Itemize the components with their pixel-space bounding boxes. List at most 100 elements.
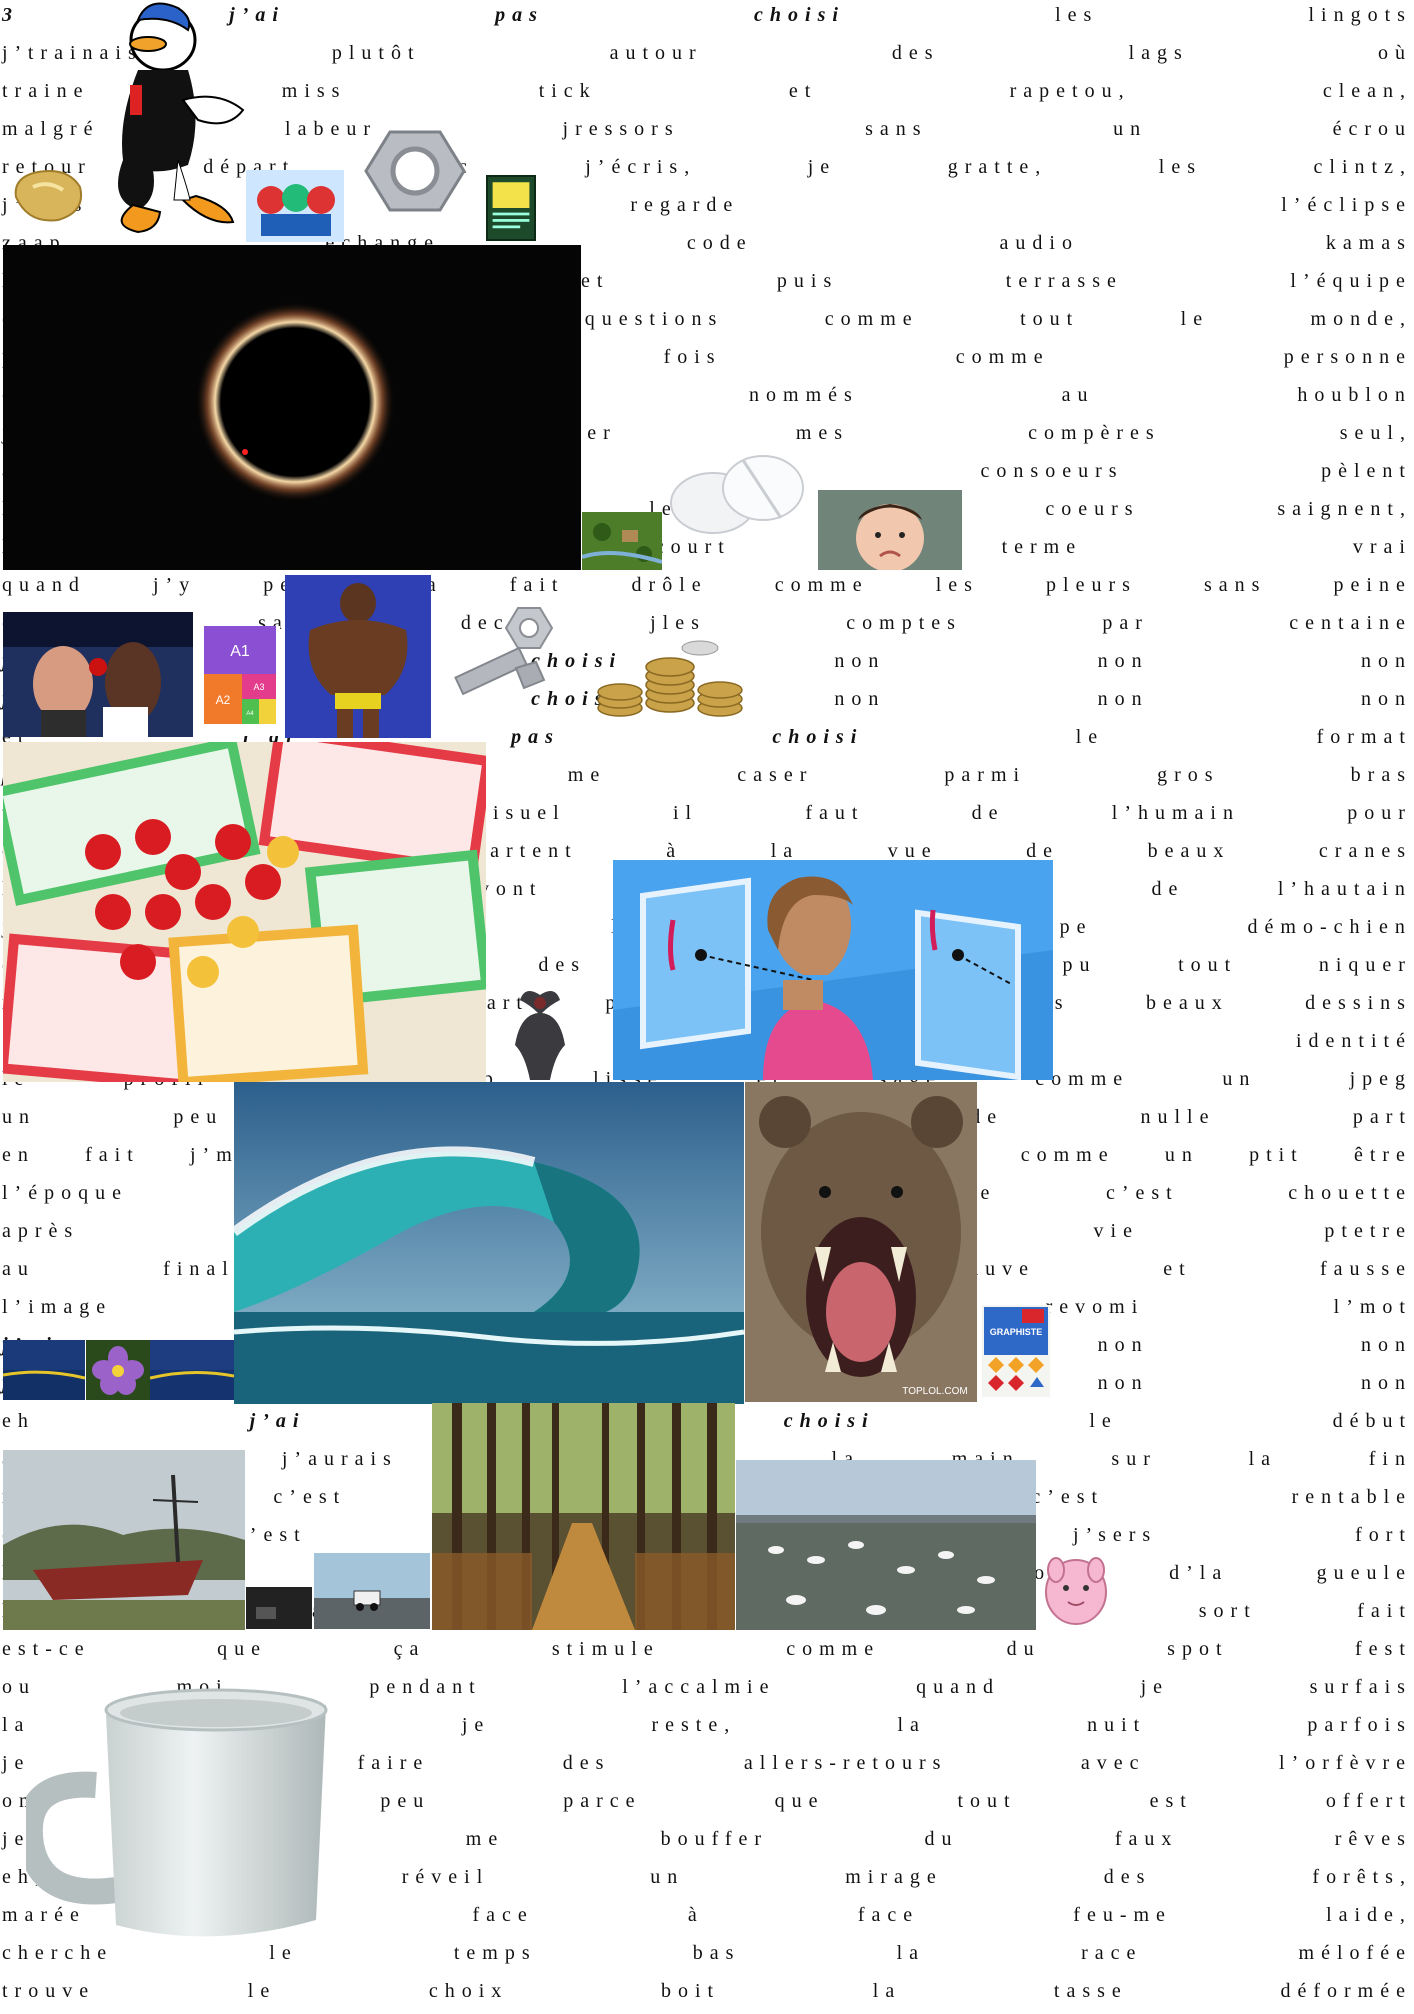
poem-word: jressors: [562, 118, 680, 140]
poem-word: un: [2, 1106, 36, 1128]
poem-word: pèlent: [1321, 460, 1412, 482]
poem-word: l’accalmie: [622, 1676, 776, 1698]
poem-word: quand: [2, 574, 86, 596]
poem-word: au: [2, 1258, 35, 1280]
poem-word: vrai: [1352, 536, 1412, 558]
poem-word: me: [567, 764, 607, 786]
poem-word: ça: [393, 1638, 426, 1660]
poem-word: saignent,: [1277, 498, 1412, 520]
poem-word: me: [465, 1828, 505, 1850]
poem-word: fait: [1357, 1600, 1412, 1622]
poem-word: c’est: [1105, 1182, 1179, 1204]
paper-a3-label: A3: [253, 682, 264, 692]
poem-word: seul,: [1339, 422, 1412, 444]
poem-word: avec: [1080, 1752, 1146, 1774]
poem-word: spot: [1167, 1638, 1229, 1660]
poem-word: que: [217, 1638, 268, 1660]
virtual-reality-illustration: [613, 860, 1053, 1080]
poem-word: fois: [663, 346, 722, 368]
poem-word: trouve: [2, 1980, 96, 2002]
paper-sizes-diagram: A1 A2 A3 A4: [200, 626, 280, 736]
poem-word: plutôt: [331, 42, 421, 64]
cartoon-characters-image: [246, 170, 344, 242]
poem-word: stimule: [551, 1638, 660, 1660]
poem-word: drôle: [631, 574, 708, 596]
poem-word: des: [891, 42, 940, 64]
poem-word: et: [788, 80, 818, 102]
poem-word: revomi: [1045, 1296, 1145, 1318]
poem-word: je: [807, 156, 837, 178]
poem-word: non: [834, 650, 886, 672]
poem-word: tout: [1020, 308, 1080, 330]
poem-word: l’image: [2, 1296, 113, 1318]
poem-word: jpeg: [1349, 1068, 1412, 1090]
poem-word: tout: [1178, 954, 1238, 976]
seascape-thumbnail-1: [3, 1340, 85, 1400]
poem-word: je: [461, 1714, 491, 1736]
poem-word: un: [1222, 1068, 1257, 1090]
poem-word: et: [580, 270, 610, 292]
poem-word: fait: [85, 1144, 140, 1166]
poem-word: traine: [2, 80, 90, 102]
poem-word: tout: [957, 1790, 1017, 1812]
poem-word: niquer: [1318, 954, 1412, 976]
poem-word: la: [1248, 1448, 1278, 1470]
poem-word: cranes: [1318, 840, 1412, 862]
poem-word: gueule: [1316, 1562, 1412, 1584]
poem-word: le: [1180, 308, 1210, 330]
poem-word: du: [1006, 1638, 1041, 1660]
poem-word: le: [1089, 1410, 1118, 1432]
poem-word: l’humain: [1111, 802, 1240, 824]
seascape-thumbnail-2: [150, 1340, 234, 1400]
poem-line: quandj’ypenseçafaitdrôlecommelespleurssa…: [0, 570, 1414, 608]
poem-word: l’hautain: [1277, 878, 1412, 900]
poem-word: un: [650, 1866, 685, 1888]
poem-word: vont: [478, 878, 543, 900]
poem-word: des: [538, 954, 586, 976]
poem-word: chouette: [1288, 1182, 1412, 1204]
poem-word: gratte,: [947, 156, 1048, 178]
poem-word: pour: [1347, 802, 1412, 824]
poem-word: l’époque: [2, 1182, 128, 1204]
boxing-match-image: [3, 612, 193, 737]
poem-word: faux: [1114, 1828, 1179, 1850]
poem-word: comptes: [846, 612, 962, 634]
poem-word: rêves: [1334, 1828, 1412, 1850]
poem-line: trouve le choix boit la tasse déformée: [0, 1976, 1414, 2014]
poem-word: pu: [1062, 954, 1097, 976]
poem-word: reste,: [651, 1714, 737, 1736]
poem-word: de: [1151, 878, 1185, 900]
poem-word: début: [1332, 1410, 1412, 1432]
poem-word: c’est: [1031, 1486, 1105, 1508]
white-mug-image: [26, 1675, 346, 1950]
bolt-and-nut-image: [436, 600, 566, 720]
poem-word: après: [2, 1220, 80, 1242]
white-pills-image: [663, 448, 813, 548]
poem-word: l’équipe: [1290, 270, 1412, 292]
poem-word: part: [1352, 1106, 1412, 1128]
poem-word: autour: [609, 42, 703, 64]
poem-word: lingots: [1308, 4, 1412, 26]
poem-word: quand: [916, 1676, 1000, 1698]
poem-word: sur: [1111, 1448, 1157, 1470]
poem-word: kamas: [1325, 232, 1412, 254]
poem-word: le: [247, 1980, 277, 2002]
poem-word: tasse: [1053, 1980, 1128, 2002]
bodybuilder-image: [285, 575, 431, 738]
poem-word: choix: [428, 1980, 509, 2002]
poster-text: GRAPHISTE: [990, 1327, 1043, 1337]
poem-word: lags: [1128, 42, 1189, 64]
poem-word: non: [1360, 1334, 1412, 1356]
poem-word: fin: [1368, 1448, 1412, 1470]
poem-word: au: [1061, 384, 1095, 406]
poem-word: comme: [774, 574, 869, 596]
bingo-cards-image: [3, 742, 486, 1082]
poem-word: terrasse: [1005, 270, 1123, 292]
poem-word: visuel: [475, 802, 566, 824]
paper-a4-label: A4: [246, 711, 254, 717]
poem-word: code: [686, 232, 753, 254]
poem-word: non: [1097, 1372, 1149, 1394]
poem-word: puis: [776, 270, 839, 292]
poem-word: rapetou,: [1009, 80, 1131, 102]
poem-word: j’ai: [249, 1410, 306, 1432]
